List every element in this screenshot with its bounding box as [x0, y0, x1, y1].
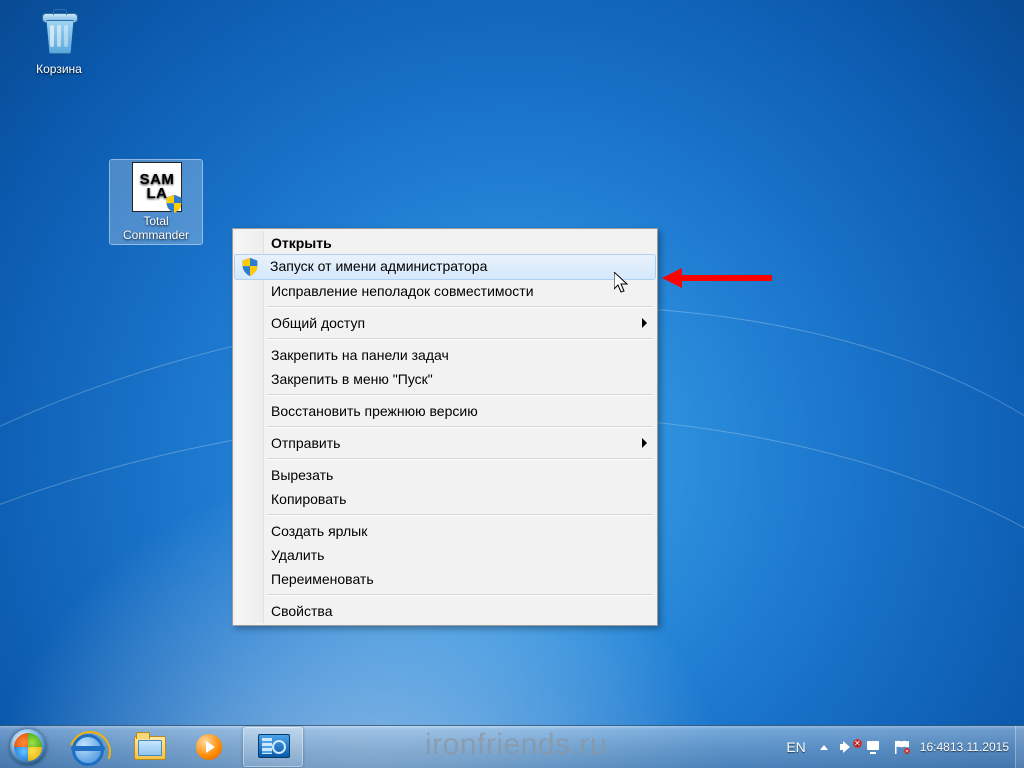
tray-language[interactable]: EN [778, 726, 813, 768]
desktop[interactable]: Корзина SAM LA Total Commander Открыть За… [0, 0, 1024, 768]
svg-text:✕: ✕ [905, 749, 909, 754]
menu-separator [267, 458, 653, 460]
menu-item[interactable]: Копировать [235, 487, 655, 511]
menu-separator [267, 514, 653, 516]
menu-item[interactable]: Свойства [235, 599, 655, 623]
menu-item[interactable]: Открыть [235, 231, 655, 255]
desktop-icon-recycle-bin[interactable]: Корзина [20, 10, 98, 76]
menu-item[interactable]: Создать ярлык [235, 519, 655, 543]
context-menu: Открыть Запуск от имени администратора Исп… [232, 228, 658, 626]
system-tray: EN ✕ ✕ 16:48 13.11.2015 [778, 726, 1024, 768]
menu-item-label: Создать ярлык [271, 523, 367, 539]
taskbar-app-internet-explorer[interactable] [57, 727, 117, 767]
flag-icon: ✕ [894, 740, 910, 754]
menu-item-label: Исправление неполадок совместимости [271, 283, 534, 299]
tray-clock[interactable]: 16:48 13.11.2015 [916, 726, 1015, 768]
media-player-icon [196, 734, 226, 760]
windows-orb-icon [10, 729, 46, 765]
icon-label: Корзина [20, 62, 98, 76]
start-button[interactable] [0, 726, 56, 768]
control-panel-icon [258, 734, 288, 760]
tray-network[interactable] [860, 726, 888, 768]
menu-item-label: Отправить [271, 435, 340, 451]
menu-separator [267, 426, 653, 428]
menu-item[interactable]: Переименовать [235, 567, 655, 591]
ie-icon [72, 734, 102, 760]
chevron-right-icon [642, 438, 647, 448]
tray-show-hidden[interactable] [814, 726, 834, 768]
speaker-muted-icon: ✕ [840, 741, 854, 753]
menu-separator [267, 338, 653, 340]
folder-icon [134, 734, 164, 760]
taskbar-app-control-panel[interactable] [243, 727, 303, 767]
desktop-icon-total-commander[interactable]: SAM LA Total Commander [110, 160, 202, 244]
menu-item[interactable]: Закрепить на панели задач [235, 343, 655, 367]
menu-item-label: Закрепить на панели задач [271, 347, 449, 363]
menu-item[interactable]: Восстановить прежнюю версию [235, 399, 655, 423]
menu-item-label: Вырезать [271, 467, 333, 483]
menu-item[interactable]: Удалить [235, 543, 655, 567]
taskbar-app-file-explorer[interactable] [119, 727, 179, 767]
menu-item[interactable]: Вырезать [235, 463, 655, 487]
menu-item[interactable]: Общий доступ [235, 311, 655, 335]
icon-label: Total Commander [110, 214, 202, 242]
chevron-right-icon [642, 318, 647, 328]
taskbar-app-media-player[interactable] [181, 727, 241, 767]
menu-item[interactable]: Отправить [235, 431, 655, 455]
menu-item[interactable]: Закрепить в меню "Пуск" [235, 367, 655, 391]
tray-volume[interactable]: ✕ [834, 726, 860, 768]
menu-item-label: Копировать [271, 491, 346, 507]
recycle-bin-icon [35, 10, 83, 58]
menu-item[interactable]: Исправление неполадок совместимости [235, 279, 655, 303]
tray-date: 13.11.2015 [950, 740, 1009, 754]
menu-separator [267, 594, 653, 596]
menu-item-label: Открыть [271, 235, 332, 251]
menu-item-label: Закрепить в меню "Пуск" [271, 371, 433, 387]
tray-time: 16:48 [920, 740, 950, 754]
menu-item-label: Свойства [271, 603, 332, 619]
annotation-arrow [662, 268, 772, 288]
menu-item-label: Удалить [271, 547, 324, 563]
menu-separator [267, 306, 653, 308]
show-desktop-button[interactable] [1015, 726, 1024, 768]
network-icon [866, 740, 882, 754]
app-icon: SAM LA [132, 162, 180, 210]
menu-separator [267, 394, 653, 396]
menu-item[interactable]: Запуск от имени администратора [234, 254, 656, 280]
menu-item-label: Общий доступ [271, 315, 365, 331]
menu-item-label: Восстановить прежнюю версию [271, 403, 478, 419]
menu-item-label: Переименовать [271, 571, 374, 587]
chevron-up-icon [820, 745, 828, 750]
shield-icon [241, 258, 259, 276]
shield-icon [165, 195, 183, 213]
taskbar: EN ✕ ✕ 16:48 13.11.2015 [0, 725, 1024, 768]
tray-action-center[interactable]: ✕ [888, 726, 916, 768]
menu-item-label: Запуск от имени администратора [270, 258, 487, 274]
